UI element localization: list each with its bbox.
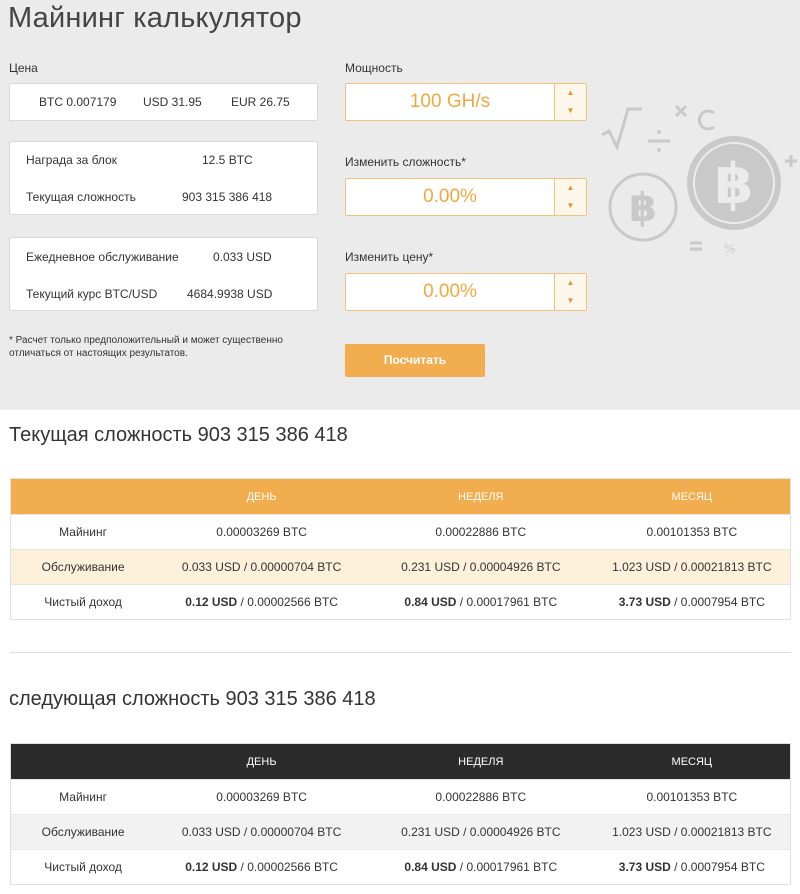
price-change-label: Изменить цену*	[345, 250, 434, 264]
power-input[interactable]: 100 GH/s	[346, 84, 554, 120]
price-change-input[interactable]: 0.00%	[346, 274, 554, 310]
block-reward-label: Награда за блок	[26, 153, 117, 167]
header-week: НЕДЕЛЯ	[458, 490, 504, 503]
bitcoin-coin-icon: ฿	[687, 136, 781, 230]
table-cell: 0.00022886 BTC	[435, 790, 527, 804]
network-info-box: Награда за блок 12.5 BTC Текущая сложнос…	[9, 141, 318, 215]
header-month: МЕСЯЦ	[671, 755, 713, 768]
difficulty-change-input[interactable]: 0.00%	[346, 179, 554, 215]
power-increment-icon[interactable]: ▲	[555, 84, 586, 102]
table-row: Чистый доход 0.12 USD / 0.00002566 BTC 0…	[10, 584, 791, 620]
disclaimer-note: * Расчет только предположительный и може…	[9, 335, 283, 359]
table-row: Майнинг 0.00003269 BTC 0.00022886 BTC 0.…	[10, 514, 791, 550]
header-empty	[11, 479, 156, 515]
table-header-row: ДЕНЬ НЕДЕЛЯ МЕСЯЦ	[10, 478, 791, 515]
difficulty-increment-icon[interactable]: ▲	[555, 179, 586, 197]
price-decrement-icon[interactable]: ▼	[555, 292, 586, 310]
difficulty-change-stepper-arrows: ▲ ▼	[554, 179, 586, 215]
costs-info-box: Ежедневное обслуживание 0.033 USD Текущи…	[9, 237, 318, 311]
table-row: Обслуживание 0.033 USD / 0.00000704 BTC …	[10, 549, 791, 585]
table-cell: 0.84 USD / 0.00017961 BTC	[404, 860, 558, 874]
table-cell: 0.12 USD / 0.00002566 BTC	[185, 860, 338, 874]
power-label: Мощность	[345, 61, 403, 75]
difficulty-value: 903 315 386 418	[182, 190, 273, 204]
header-month: МЕСЯЦ	[671, 490, 713, 503]
table-cell: 0.00003269 BTC	[216, 790, 307, 804]
price-box: BTC 0.007179 USD 31.95 EUR 26.75	[9, 83, 318, 121]
power-decrement-icon[interactable]: ▼	[555, 102, 586, 120]
price-change-stepper-arrows: ▲ ▼	[554, 274, 586, 310]
bitcoin-math-illustration: ฿ ฿ %	[601, 104, 797, 256]
row-label: Чистый доход	[44, 595, 122, 609]
page-title: Майнинг калькулятор	[8, 2, 302, 34]
percent-icon: %	[724, 242, 735, 256]
table-cell: 0.12 USD / 0.00002566 BTC	[185, 595, 338, 609]
header-day: ДЕНЬ	[246, 490, 277, 503]
row-label: Майнинг	[59, 790, 108, 804]
table-cell: 0.00003269 BTC	[216, 525, 307, 539]
table-cell: 0.00101353 BTC	[646, 525, 738, 539]
table-cell: 1.023 USD / 0.00021813 BTC	[612, 825, 772, 839]
difficulty-change-stepper[interactable]: 0.00% ▲ ▼	[345, 178, 587, 216]
next-results-table: ДЕНЬ НЕДЕЛЯ МЕСЯЦ Майнинг 0.00003269 BTC…	[10, 743, 791, 885]
bitcoin-coin-icon-small: ฿	[608, 172, 678, 242]
table-cell: 0.00022886 BTC	[435, 525, 527, 539]
section-divider	[10, 652, 791, 653]
table-cell: 3.73 USD / 0.0007954 BTC	[618, 860, 765, 874]
difficulty-decrement-icon[interactable]: ▼	[555, 197, 586, 215]
price-label: Цена	[9, 61, 38, 75]
table-cell: 0.231 USD / 0.00004926 BTC	[401, 825, 561, 839]
next-difficulty-heading: следующая сложность 903 315 386 418	[9, 688, 376, 710]
header-empty	[11, 744, 156, 780]
header-day: ДЕНЬ	[246, 755, 277, 768]
power-stepper[interactable]: 100 GH/s ▲ ▼	[345, 83, 587, 121]
plus-icon	[785, 155, 797, 167]
table-row: Майнинг 0.00003269 BTC 0.00022886 BTC 0.…	[10, 779, 791, 815]
difficulty-label: Текущая сложность	[26, 190, 136, 204]
multiply-icon	[674, 104, 688, 118]
table-cell: 0.84 USD / 0.00017961 BTC	[404, 595, 558, 609]
calculate-button[interactable]: Посчитать	[345, 344, 485, 377]
svg-text:฿: ฿	[629, 185, 657, 231]
row-label: Майнинг	[59, 525, 108, 539]
rate-value: 4684.9938 USD	[187, 287, 273, 301]
equals-icon	[690, 241, 702, 251]
table-row: Обслуживание 0.033 USD / 0.00000704 BTC …	[10, 814, 791, 850]
maintenance-label: Ежедневное обслуживание	[26, 250, 179, 264]
price-eur: EUR 26.75	[231, 95, 290, 109]
header-week: НЕДЕЛЯ	[458, 755, 504, 768]
table-row: Чистый доход 0.12 USD / 0.00002566 BTC 0…	[10, 849, 791, 885]
block-reward-value: 12.5 BTC	[202, 153, 253, 167]
price-btc: BTC 0.007179	[39, 95, 117, 109]
current-difficulty-heading: Текущая сложность 903 315 386 418	[9, 424, 348, 446]
price-change-stepper[interactable]: 0.00% ▲ ▼	[345, 273, 587, 311]
table-cell: 0.033 USD / 0.00000704 BTC	[181, 825, 342, 839]
table-cell: 1.023 USD / 0.00021813 BTC	[612, 560, 772, 574]
calculator-panel: Майнинг калькулятор Цена BTC 0.007179 US…	[0, 0, 800, 410]
table-cell: 0.231 USD / 0.00004926 BTC	[401, 560, 561, 574]
table-header-row: ДЕНЬ НЕДЕЛЯ МЕСЯЦ	[10, 743, 791, 780]
rate-label: Текущий курс BTC/USD	[26, 287, 158, 301]
table-cell: 0.00101353 BTC	[646, 790, 738, 804]
sqrt-icon	[601, 107, 642, 152]
price-increment-icon[interactable]: ▲	[555, 274, 586, 292]
svg-text:฿: ฿	[715, 152, 754, 217]
row-label: Обслуживание	[41, 560, 125, 574]
difficulty-change-label: Изменить сложность*	[345, 155, 466, 169]
power-stepper-arrows: ▲ ▼	[554, 84, 586, 120]
row-label: Обслуживание	[41, 825, 125, 839]
price-usd: USD 31.95	[143, 95, 202, 109]
maintenance-value: 0.033 USD	[213, 250, 272, 264]
table-cell: 0.033 USD / 0.00000704 BTC	[181, 560, 342, 574]
current-results-table: ДЕНЬ НЕДЕЛЯ МЕСЯЦ Майнинг 0.00003269 BTC…	[10, 478, 791, 620]
row-label: Чистый доход	[44, 860, 122, 874]
table-cell: 3.73 USD / 0.0007954 BTC	[618, 595, 765, 609]
clear-icon	[697, 109, 715, 131]
divide-icon	[648, 130, 670, 152]
